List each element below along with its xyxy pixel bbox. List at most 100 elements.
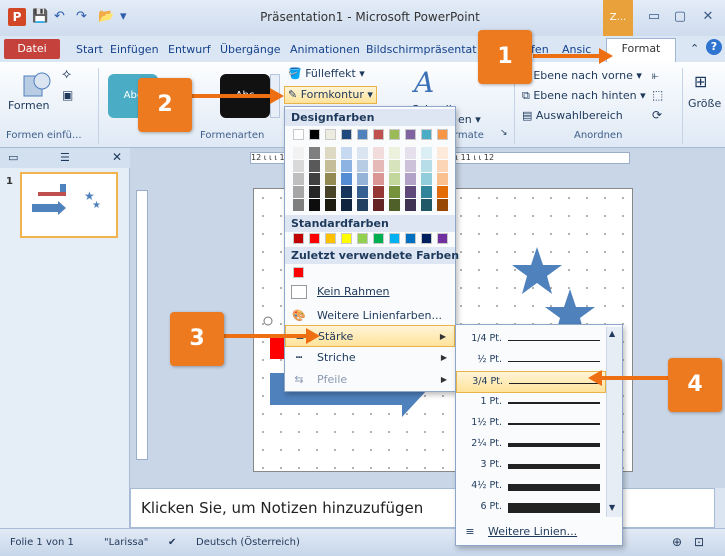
scroll-down-icon[interactable]: ▼ [609,503,615,512]
color-swatch[interactable] [373,233,384,244]
fill-effect-button[interactable]: 🪣 Fülleffekt ▾ [288,66,365,82]
selection-pane-button[interactable]: ▤ Auswahlbereich [522,108,623,124]
color-swatch[interactable] [341,186,352,198]
color-swatch[interactable] [309,147,320,159]
edit-shape-icon[interactable]: ⟡ [62,66,71,82]
shape-outline-button[interactable]: ✎ Formkontur ▾ [284,86,377,104]
ribbon-collapse-icon[interactable]: ⌃ [690,42,699,55]
color-swatch[interactable] [373,173,384,185]
color-swatch[interactable] [341,173,352,185]
more-lines-item[interactable]: ≡ Weitere Linien... [456,521,622,543]
weight-option[interactable]: 1 Pt. [456,392,606,414]
tab-entwurf[interactable]: Entwurf [168,40,211,60]
color-swatch[interactable] [421,199,432,211]
undo-icon[interactable]: ↶ [54,10,65,24]
shapes-icon[interactable] [22,70,54,100]
help-icon[interactable]: ? [706,39,722,55]
color-swatch[interactable] [405,233,416,244]
color-swatch[interactable] [389,233,400,244]
maximize-button[interactable]: ▢ [668,8,692,26]
rotate-icon[interactable]: ⟳ [652,108,662,122]
dialog-launcher-icon[interactable]: ↘ [500,128,508,138]
color-swatch[interactable] [309,173,320,185]
color-swatch[interactable] [357,129,368,140]
color-swatch[interactable] [437,173,448,185]
zoom-in-icon[interactable]: ⊕ [672,535,682,549]
wordart-icon[interactable]: A [414,66,434,99]
notes-pane[interactable]: Klicken Sie, um Notizen hinzuzufügen [130,488,715,528]
color-swatch[interactable] [421,129,432,140]
color-swatch[interactable] [325,160,336,172]
close-button[interactable]: ✕ [696,8,720,26]
bring-forward-button[interactable]: ⧉ Ebene nach vorne ▾ [522,68,642,84]
redo-icon[interactable]: ↷ [76,10,87,24]
color-swatch[interactable] [309,160,320,172]
color-swatch[interactable] [325,147,336,159]
more-outline-colors-item[interactable]: 🎨 Weitere Linienfarben... [285,305,455,327]
color-swatch[interactable] [341,199,352,211]
color-swatch[interactable] [373,147,384,159]
textbox-icon[interactable]: ▣ [62,88,73,102]
color-swatch[interactable] [325,199,336,211]
weight-option[interactable]: 6 Pt. [456,497,606,519]
color-swatch[interactable] [405,129,416,140]
color-swatch[interactable] [357,199,368,211]
color-swatch[interactable] [405,173,416,185]
color-swatch[interactable] [357,186,368,198]
slides-tab-icon[interactable]: ▭ [8,151,18,164]
outline-tab-icon[interactable]: ☰ [60,151,70,164]
minimize-button[interactable]: ▭ [642,8,666,26]
save-icon[interactable]: 💾 [32,10,48,24]
fit-slide-icon[interactable]: ⊡ [694,535,704,549]
group-icon[interactable]: ⬚ [652,88,663,102]
dashes-item[interactable]: ┅ Striche ▶ [285,347,455,369]
color-swatch[interactable] [325,233,336,244]
color-swatch[interactable] [389,160,400,172]
color-swatch[interactable] [293,173,304,185]
color-swatch[interactable] [293,147,304,159]
color-swatch[interactable] [421,160,432,172]
send-backward-button[interactable]: ⧉ Ebene nach hinten ▾ [522,88,646,104]
color-swatch[interactable] [309,233,320,244]
theme-name[interactable]: "Larissa" [104,537,148,548]
color-swatch[interactable] [293,199,304,211]
customize-quick-access-icon[interactable]: ▾ [120,10,127,24]
color-swatch[interactable] [389,186,400,198]
open-folder-icon[interactable]: 📂 [98,10,114,24]
color-swatch[interactable] [437,186,448,198]
color-swatch[interactable] [405,147,416,159]
weight-option[interactable]: 3/4 Pt. [456,371,606,393]
close-panel-icon[interactable]: ✕ [112,150,122,164]
size-label[interactable]: Größe [688,96,721,112]
color-swatch[interactable] [325,186,336,198]
text-effects-label[interactable]: en ▾ [458,112,481,128]
color-swatch[interactable] [325,129,336,140]
tab-uebergaenge[interactable]: Übergänge [220,40,281,60]
color-swatch[interactable] [437,160,448,172]
color-swatch[interactable] [389,173,400,185]
color-swatch[interactable] [357,233,368,244]
weight-option[interactable]: 3 Pt. [456,455,606,477]
color-swatch[interactable] [405,160,416,172]
powerpoint-app-icon[interactable]: P [8,8,26,26]
color-swatch[interactable] [341,129,352,140]
color-swatch[interactable] [357,173,368,185]
color-swatch[interactable] [293,186,304,198]
color-swatch[interactable] [421,186,432,198]
color-swatch[interactable] [373,199,384,211]
color-swatch[interactable] [405,199,416,211]
color-swatch[interactable] [437,233,448,244]
tab-start[interactable]: Start [76,40,103,60]
color-swatch[interactable] [325,173,336,185]
color-swatch[interactable] [421,173,432,185]
no-outline-item[interactable]: Kein Rahmen [285,281,455,303]
language-indicator[interactable]: Deutsch (Österreich) [196,537,300,548]
weight-submenu-scrollbar[interactable]: ▲ ▼ [606,327,622,517]
tab-datei[interactable]: Datei [4,39,60,59]
tab-bildschirmpraesentation[interactable]: Bildschirmpräsentat [366,40,477,60]
scroll-up-icon[interactable]: ▲ [609,329,615,338]
formen-label[interactable]: Formen [8,98,49,114]
color-swatch[interactable] [437,129,448,140]
color-swatch[interactable] [293,267,304,278]
color-swatch[interactable] [437,199,448,211]
